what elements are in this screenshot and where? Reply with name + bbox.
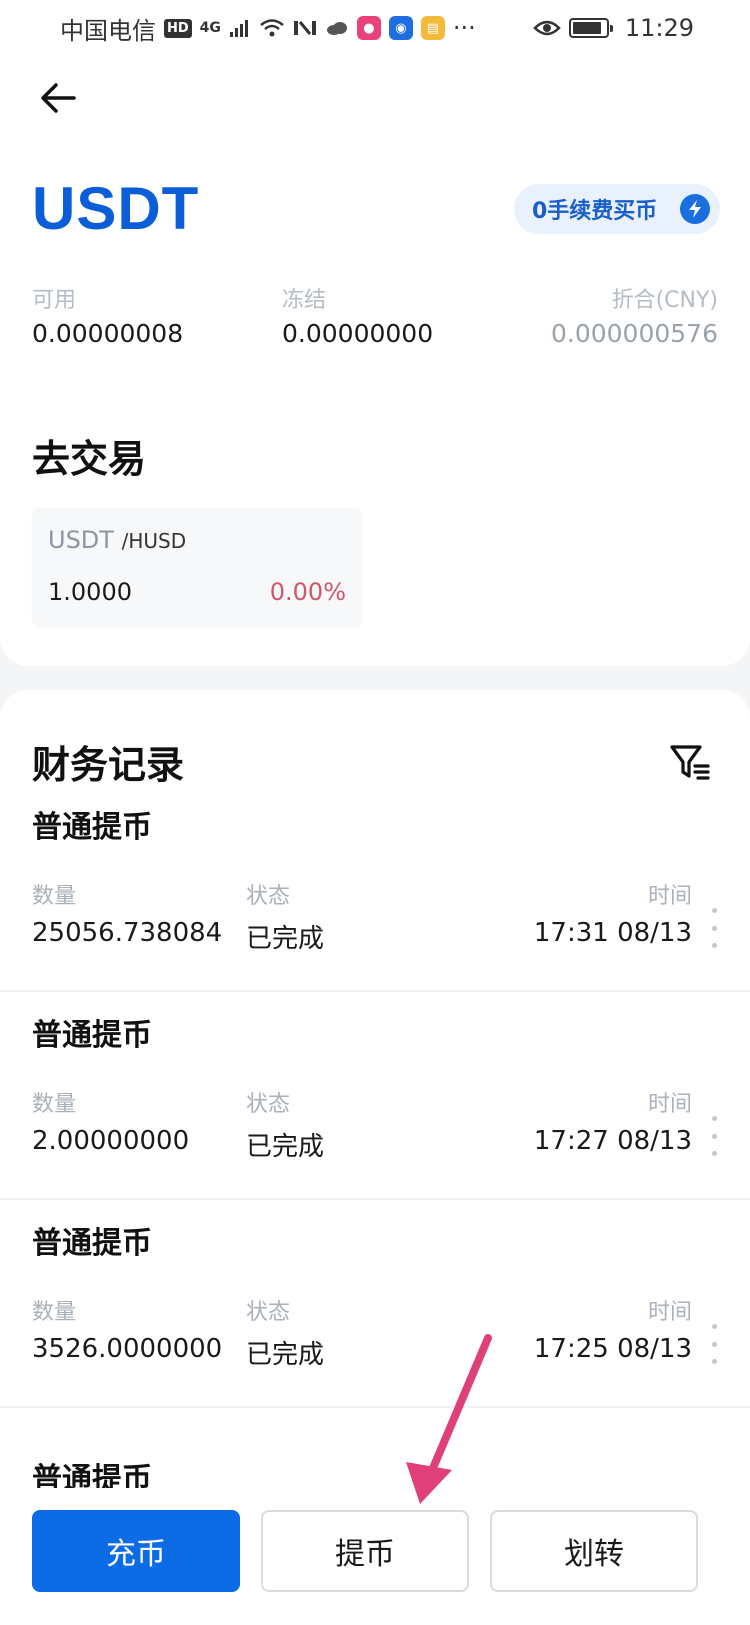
frozen-label: 冻结 bbox=[282, 288, 327, 313]
filter-button[interactable] bbox=[668, 742, 712, 786]
record-type: 普通提币 bbox=[32, 1226, 152, 1261]
qty-label: 数量 bbox=[32, 1092, 77, 1117]
signal-icon bbox=[229, 20, 248, 37]
status-label: 状态 bbox=[246, 884, 291, 909]
hd-badge: HD bbox=[164, 18, 192, 38]
filter-icon bbox=[670, 745, 710, 780]
transfer-button[interactable]: 划转 bbox=[490, 1510, 698, 1592]
qty-label: 数量 bbox=[32, 1300, 77, 1325]
status-label: 状态 bbox=[246, 1092, 291, 1117]
available-value: 0.00000008 bbox=[32, 319, 184, 348]
records-title: 财务记录 bbox=[32, 743, 185, 787]
record-row[interactable]: 普通提币 数量 状态 时间 3526.0000000 已完成 17:25 08/… bbox=[0, 1200, 750, 1408]
battery-icon bbox=[568, 18, 613, 38]
record-row[interactable]: 普通提币 数量 状态 时间 2.00000000 已完成 17:27 08/13 bbox=[0, 992, 750, 1200]
eye-icon bbox=[533, 20, 561, 36]
wifi-icon bbox=[260, 19, 284, 37]
record-status: 已完成 bbox=[246, 1340, 325, 1370]
pair-price: 1.0000 bbox=[48, 578, 132, 606]
carrier-name: 中国电信 bbox=[60, 16, 156, 45]
annotation-arrow-icon bbox=[406, 1334, 492, 1504]
frozen-value: 0.00000000 bbox=[282, 319, 434, 348]
coin-title: USDT bbox=[32, 175, 200, 242]
network-type: 4G bbox=[199, 20, 221, 36]
go-trade-title: 去交易 bbox=[32, 437, 147, 481]
record-type: 普通提币 bbox=[32, 1018, 152, 1053]
zero-fee-buy-label: 0手续费买币 bbox=[532, 199, 658, 224]
trading-pair-card[interactable]: USDT /HUSD 1.0000 0.00% bbox=[32, 508, 362, 626]
more-notifications-icon: ··· bbox=[452, 14, 476, 42]
lightning-icon bbox=[680, 194, 710, 224]
available-label: 可用 bbox=[32, 288, 77, 313]
more-options-icon[interactable] bbox=[704, 1116, 724, 1156]
record-time: 17:27 08/13 bbox=[533, 1126, 692, 1156]
zero-fee-buy-button[interactable]: 0手续费买币 bbox=[514, 184, 720, 234]
bottom-action-bar: 充币 提币 划转 bbox=[0, 1488, 750, 1625]
clock-time: 11:29 bbox=[624, 14, 694, 42]
nfc-icon bbox=[293, 21, 316, 35]
lightbulb-app-icon: ◉ bbox=[388, 16, 413, 40]
status-label: 状态 bbox=[246, 1300, 291, 1325]
deposit-button[interactable]: 充币 bbox=[32, 1510, 240, 1592]
cny-label: 折合(CNY) bbox=[611, 288, 718, 313]
pair-quote: /HUSD bbox=[121, 529, 187, 553]
pair-base: USDT bbox=[48, 526, 114, 554]
status-bar-right: 11:29 bbox=[533, 14, 694, 42]
status-bar-left: 中国电信 HD 4G ● ◉ ▤ ··· bbox=[60, 11, 476, 46]
time-label: 时间 bbox=[647, 884, 692, 909]
time-label: 时间 bbox=[647, 1300, 692, 1325]
cloud-icon bbox=[326, 22, 347, 35]
qty-label: 数量 bbox=[32, 884, 77, 909]
cny-value: 0.000000576 bbox=[550, 319, 718, 348]
record-qty: 3526.0000000 bbox=[32, 1334, 223, 1364]
asset-summary-card: USDT 0手续费买币 可用 0.00000008 冻结 0.00000000 … bbox=[0, 56, 750, 666]
app-notification-icon: ● bbox=[356, 16, 381, 40]
record-time: 17:31 08/13 bbox=[533, 918, 692, 948]
record-qty: 2.00000000 bbox=[32, 1126, 190, 1156]
financial-records-card: 财务记录 普通提币 数量 状态 时间 25056.738084 已完成 17:3… bbox=[0, 690, 750, 1625]
more-options-icon[interactable] bbox=[704, 1324, 724, 1364]
arrow-left-icon bbox=[41, 83, 76, 113]
withdraw-button[interactable]: 提币 bbox=[261, 1510, 469, 1592]
pair-change: 0.00% bbox=[269, 578, 346, 606]
record-qty: 25056.738084 bbox=[32, 918, 223, 948]
status-bar: 中国电信 HD 4G ● ◉ ▤ ··· 11:29 bbox=[0, 0, 750, 56]
back-button[interactable] bbox=[36, 76, 80, 120]
time-label: 时间 bbox=[647, 1092, 692, 1117]
record-row[interactable]: 普通提币 数量 状态 时间 25056.738084 已完成 17:31 08/… bbox=[0, 784, 750, 992]
pair-name: USDT /HUSD bbox=[48, 526, 186, 554]
more-options-icon[interactable] bbox=[704, 908, 724, 948]
record-type: 普通提币 bbox=[32, 810, 152, 845]
record-status: 已完成 bbox=[246, 924, 325, 954]
news-app-icon: ▤ bbox=[420, 16, 445, 40]
record-status: 已完成 bbox=[246, 1132, 325, 1162]
record-time: 17:25 08/13 bbox=[533, 1334, 692, 1364]
